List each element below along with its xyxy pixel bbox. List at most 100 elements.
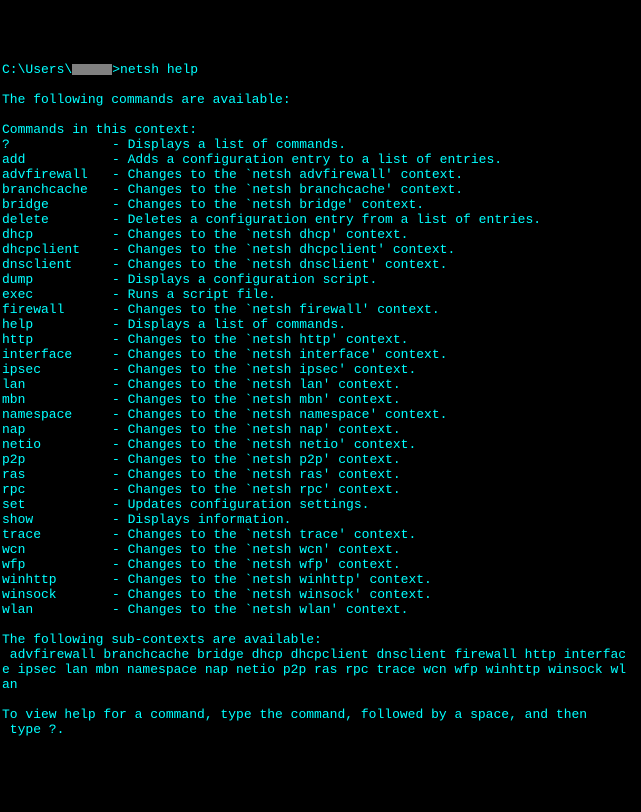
command-desc: - Changes to the `netsh advfirewall' con… — [112, 167, 463, 182]
command-name: add — [2, 152, 112, 167]
command-name: nap — [2, 422, 112, 437]
command-name: p2p — [2, 452, 112, 467]
command-name: netio — [2, 437, 112, 452]
command-desc: - Changes to the `netsh ipsec' context. — [112, 362, 416, 377]
command-desc: - Changes to the `netsh dhcpclient' cont… — [112, 242, 455, 257]
command-name: lan — [2, 377, 112, 392]
command-row: bridge- Changes to the `netsh bridge' co… — [2, 197, 639, 212]
command-name: dhcp — [2, 227, 112, 242]
command-name: show — [2, 512, 112, 527]
command-row: firewall- Changes to the `netsh firewall… — [2, 302, 639, 317]
command-desc: - Changes to the `netsh dhcp' context. — [112, 227, 408, 242]
command-row: dhcp- Changes to the `netsh dhcp' contex… — [2, 227, 639, 242]
command-desc: - Deletes a configuration entry from a l… — [112, 212, 541, 227]
command-name: ? — [2, 137, 112, 152]
command-name: winhttp — [2, 572, 112, 587]
command-desc: - Changes to the `netsh winhttp' context… — [112, 572, 432, 587]
command-desc: - Changes to the `netsh netio' context. — [112, 437, 416, 452]
command-row: wfp- Changes to the `netsh wfp' context. — [2, 557, 639, 572]
prompt-line: C:\Users\ >netsh help — [2, 62, 639, 77]
prompt-path-suffix: > — [112, 62, 120, 77]
command-name: ras — [2, 467, 112, 482]
command-desc: - Changes to the `netsh branchcache' con… — [112, 182, 463, 197]
command-row: exec- Runs a script file. — [2, 287, 639, 302]
command-desc: - Changes to the `netsh http' context. — [112, 332, 408, 347]
command-name: help — [2, 317, 112, 332]
command-name: dnsclient — [2, 257, 112, 272]
command-name: wcn — [2, 542, 112, 557]
footer-text: To view help for a command, type the com… — [2, 707, 639, 722]
command-row: dnsclient- Changes to the `netsh dnsclie… — [2, 257, 639, 272]
command-desc: - Changes to the `netsh bridge' context. — [112, 197, 424, 212]
command-desc: - Runs a script file. — [112, 287, 276, 302]
terminal-output[interactable]: C:\Users\ >netsh help The following comman… — [2, 62, 639, 737]
command-row: interface- Changes to the `netsh interfa… — [2, 347, 639, 362]
command-row: advfirewall- Changes to the `netsh advfi… — [2, 167, 639, 182]
command-row: winsock- Changes to the `netsh winsock' … — [2, 587, 639, 602]
command-desc: - Displays information. — [112, 512, 291, 527]
command-desc: - Changes to the `netsh dnsclient' conte… — [112, 257, 447, 272]
command-desc: - Updates configuration settings. — [112, 497, 369, 512]
command-desc: - Changes to the `netsh firewall' contex… — [112, 302, 440, 317]
command-row: delete- Deletes a configuration entry fr… — [2, 212, 639, 227]
command-name: winsock — [2, 587, 112, 602]
command-row: branchcache- Changes to the `netsh branc… — [2, 182, 639, 197]
command-row: p2p- Changes to the `netsh p2p' context. — [2, 452, 639, 467]
blank-line — [2, 617, 639, 632]
command-row: netio- Changes to the `netsh netio' cont… — [2, 437, 639, 452]
subcontexts-header: The following sub-contexts are available… — [2, 632, 639, 647]
command-row: nap- Changes to the `netsh nap' context. — [2, 422, 639, 437]
subcontexts-line: advfirewall branchcache bridge dhcp dhcp… — [2, 647, 639, 662]
command-row: wcn- Changes to the `netsh wcn' context. — [2, 542, 639, 557]
command-name: set — [2, 497, 112, 512]
command-desc: - Displays a list of commands. — [112, 137, 346, 152]
command-row: http- Changes to the `netsh http' contex… — [2, 332, 639, 347]
command-name: wfp — [2, 557, 112, 572]
command-row: help- Displays a list of commands. — [2, 317, 639, 332]
command-row: mbn- Changes to the `netsh mbn' context. — [2, 392, 639, 407]
command-name: trace — [2, 527, 112, 542]
command-row: ?- Displays a list of commands. — [2, 137, 639, 152]
command-desc: - Changes to the `netsh p2p' context. — [112, 452, 401, 467]
command-row: winhttp- Changes to the `netsh winhttp' … — [2, 572, 639, 587]
command-name: dump — [2, 272, 112, 287]
command-desc: - Changes to the `netsh trace' context. — [112, 527, 416, 542]
command-row: lan- Changes to the `netsh lan' context. — [2, 377, 639, 392]
command-row: rpc- Changes to the `netsh rpc' context. — [2, 482, 639, 497]
command-desc: - Changes to the `netsh wfp' context. — [112, 557, 401, 572]
footer-text: type ?. — [2, 722, 639, 737]
command-row: show- Displays information. — [2, 512, 639, 527]
command-desc: - Changes to the `netsh lan' context. — [112, 377, 401, 392]
command-desc: - Changes to the `netsh interface' conte… — [112, 347, 447, 362]
command-row: ras- Changes to the `netsh ras' context. — [2, 467, 639, 482]
blank-line — [2, 692, 639, 707]
command-name: delete — [2, 212, 112, 227]
command-row: wlan- Changes to the `netsh wlan' contex… — [2, 602, 639, 617]
commands-list: ?- Displays a list of commands.add- Adds… — [2, 137, 639, 617]
command-desc: - Displays a list of commands. — [112, 317, 346, 332]
command-desc: - Changes to the `netsh namespace' conte… — [112, 407, 447, 422]
command-name: bridge — [2, 197, 112, 212]
command-desc: - Changes to the `netsh nap' context. — [112, 422, 401, 437]
command-row: namespace- Changes to the `netsh namespa… — [2, 407, 639, 422]
command-desc: - Changes to the `netsh wlan' context. — [112, 602, 408, 617]
prompt-path-prefix: C:\Users\ — [2, 62, 72, 77]
header-text: The following commands are available: — [2, 92, 639, 107]
command-desc: - Changes to the `netsh wcn' context. — [112, 542, 401, 557]
command-row: set- Updates configuration settings. — [2, 497, 639, 512]
command-name: interface — [2, 347, 112, 362]
command-name: ipsec — [2, 362, 112, 377]
command-name: branchcache — [2, 182, 112, 197]
command-name: advfirewall — [2, 167, 112, 182]
command-row: add- Adds a configuration entry to a lis… — [2, 152, 639, 167]
subcontexts-line: e ipsec lan mbn namespace nap netio p2p … — [2, 662, 639, 677]
blank-line — [2, 107, 639, 122]
command-desc: - Changes to the `netsh winsock' context… — [112, 587, 432, 602]
entered-command: netsh help — [120, 62, 198, 77]
command-row: dump- Displays a configuration script. — [2, 272, 639, 287]
command-name: mbn — [2, 392, 112, 407]
command-name: rpc — [2, 482, 112, 497]
command-name: firewall — [2, 302, 112, 317]
command-row: trace- Changes to the `netsh trace' cont… — [2, 527, 639, 542]
command-name: wlan — [2, 602, 112, 617]
